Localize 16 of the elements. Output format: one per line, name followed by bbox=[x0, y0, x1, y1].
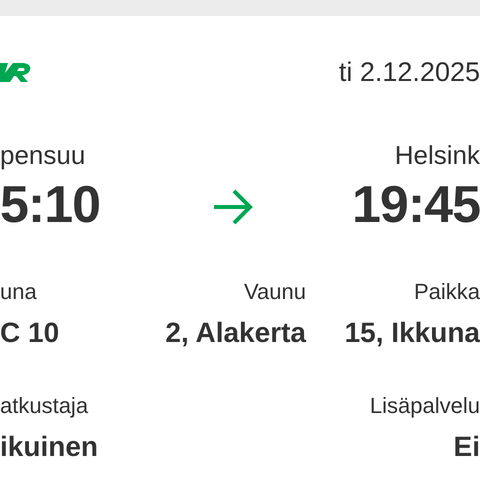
detail-value: 15, Ikkuna bbox=[344, 317, 480, 349]
detail-value: ikuinen bbox=[0, 431, 98, 463]
detail-label: atkustaja bbox=[0, 393, 88, 419]
detail-label: Vaunu bbox=[244, 279, 306, 305]
destination-station: Helsink bbox=[394, 140, 480, 171]
detail-label: Lisäpalvelu bbox=[370, 393, 480, 419]
travel-date: ti 2.12.2025 bbox=[338, 56, 480, 88]
arrow-icon bbox=[212, 188, 254, 226]
departure-time: 5:10 bbox=[0, 175, 100, 235]
detail-label: una bbox=[0, 279, 37, 305]
detail-value: C 10 bbox=[0, 317, 60, 349]
detail-label: Paikka bbox=[414, 279, 480, 305]
detail-value: Ei bbox=[454, 431, 480, 463]
origin-station: pensuu bbox=[0, 140, 86, 171]
arrival-time: 19:45 bbox=[352, 175, 480, 235]
detail-value: 2, Alakerta bbox=[165, 317, 306, 349]
